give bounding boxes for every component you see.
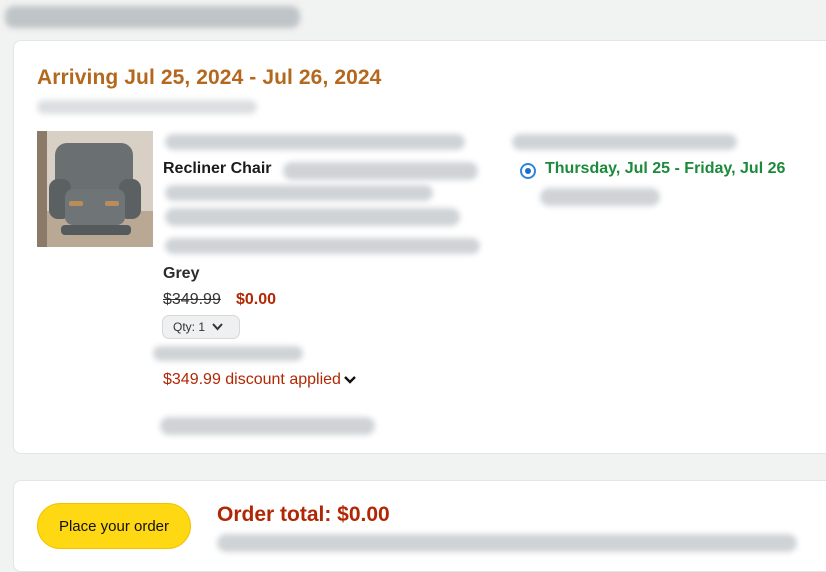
product-color: Grey (163, 265, 200, 282)
redacted-line-5 (165, 238, 480, 254)
redacted-option-sub (540, 188, 660, 206)
order-total: Order total: $0.00 (217, 503, 390, 526)
redacted-footer-line (217, 534, 797, 552)
redacted-line-6 (153, 346, 303, 361)
redacted-line-7 (160, 417, 375, 435)
quantity-selector[interactable]: Qty: 1 (162, 315, 240, 339)
place-order-button[interactable]: Place your order (37, 503, 191, 549)
redacted-line-3 (165, 185, 433, 201)
redacted-line-2 (283, 162, 478, 180)
discount-text: $349.99 discount applied (163, 371, 341, 388)
quantity-label: Qty: 1 (173, 320, 206, 334)
product-name[interactable]: Recliner Chair (163, 160, 271, 178)
current-price: $0.00 (236, 291, 277, 308)
chevron-down-icon (212, 323, 223, 331)
original-price: $349.99 (163, 291, 221, 308)
redacted-line-1 (165, 134, 465, 150)
redacted-option-header (512, 134, 737, 150)
recliner-chair-image (37, 131, 153, 247)
redacted-subtitle (37, 100, 257, 114)
redacted-header (5, 6, 300, 28)
delivery-option-label[interactable]: Thursday, Jul 25 - Friday, Jul 26 (545, 160, 785, 178)
redacted-line-4 (165, 208, 460, 226)
delivery-option-radio[interactable] (520, 163, 536, 179)
chevron-down-icon (344, 376, 356, 384)
arriving-date: Arriving Jul 25, 2024 - Jul 26, 2024 (37, 66, 382, 89)
discount-applied-toggle[interactable]: $349.99 discount applied (163, 371, 357, 389)
product-image[interactable] (37, 131, 153, 247)
